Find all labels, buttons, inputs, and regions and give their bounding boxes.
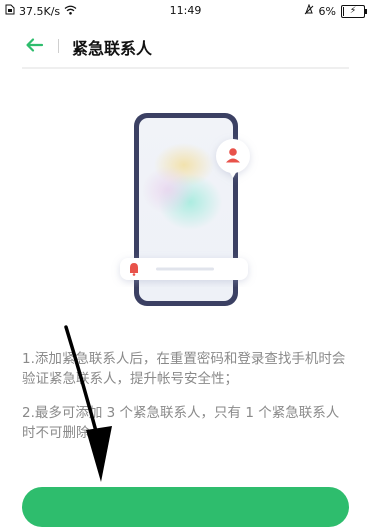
header: 紧急联系人 xyxy=(0,30,371,64)
alarm-icon xyxy=(304,3,314,18)
charging-icon: ⚡ xyxy=(349,5,357,16)
status-bar: 37.5K/s 11:49 6% ⚡ xyxy=(0,0,371,22)
emergency-contact-illustration xyxy=(0,70,371,320)
back-button[interactable] xyxy=(22,32,48,58)
add-emergency-contact-button[interactable] xyxy=(22,487,349,527)
page-title: 紧急联系人 xyxy=(72,39,153,58)
instruction-2: 2.最多可添加 3 个紧急联系人，只有 1 个紧急联系人时不可删除。 xyxy=(22,405,340,441)
header-divider xyxy=(58,39,59,53)
battery-percent: 6% xyxy=(318,4,336,18)
battery-icon: ⚡ xyxy=(341,4,367,18)
notification-text-placeholder xyxy=(156,267,214,271)
battery-fill xyxy=(343,6,344,16)
header-divider-line xyxy=(22,67,349,69)
instructions-text: 1.添加紧急联系人后，在重置密码和登录查找手机时会验证紧急联系人，提升帐号安全性… xyxy=(22,349,352,443)
instruction-1: 1.添加紧急联系人后，在重置密码和登录查找手机时会验证紧急联系人，提升帐号安全性… xyxy=(22,351,346,387)
status-right: 6% ⚡ xyxy=(304,3,367,18)
arrow-left-icon xyxy=(26,38,44,52)
